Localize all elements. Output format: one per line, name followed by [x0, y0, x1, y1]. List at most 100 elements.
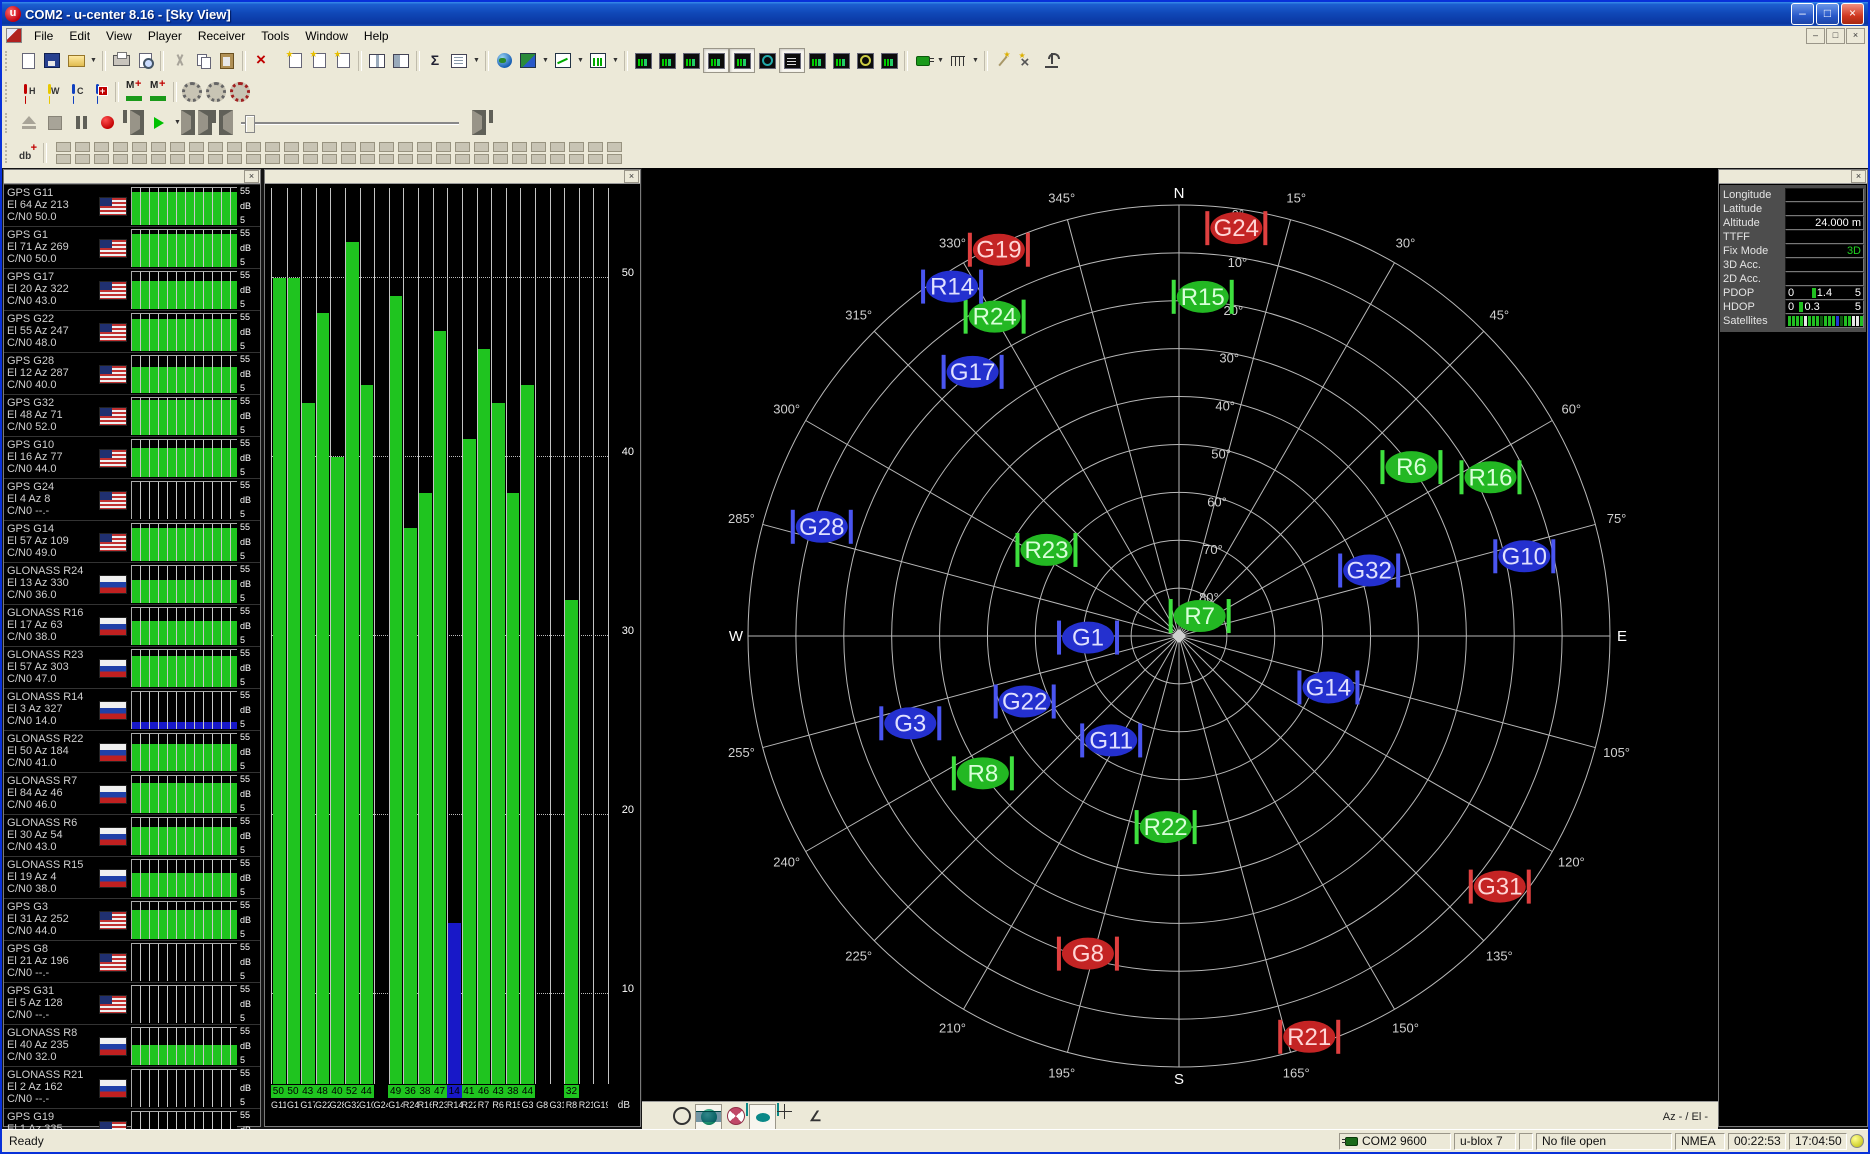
skyview-polar-grid-button[interactable] [643, 1104, 668, 1128]
player-fast-forward-button[interactable] [183, 111, 209, 135]
close-button[interactable]: × [1841, 3, 1864, 25]
database-cell[interactable] [436, 154, 451, 164]
save-config-button[interactable] [180, 80, 204, 103]
dropdown-arrow-icon[interactable]: ▼ [970, 49, 981, 72]
database-cell[interactable] [588, 154, 603, 164]
database-cell[interactable] [113, 142, 128, 152]
toolbar-grip[interactable] [5, 51, 12, 71]
dropdown-arrow-icon[interactable]: ▼ [610, 49, 621, 72]
menu-help[interactable]: Help [356, 28, 397, 44]
text-console-button[interactable] [779, 48, 805, 73]
database-cell[interactable] [588, 142, 603, 152]
database-cell[interactable] [398, 142, 413, 152]
skyview-pie-button[interactable] [723, 1104, 748, 1128]
player-play-button[interactable] [146, 111, 172, 135]
database-cell[interactable] [132, 154, 147, 164]
compass-view-button[interactable] [755, 49, 779, 72]
paste-button[interactable] [215, 49, 239, 72]
database-cell[interactable] [493, 142, 508, 152]
database-cell[interactable] [474, 142, 489, 152]
menu-edit[interactable]: Edit [61, 28, 98, 44]
playback-slider-thumb[interactable] [245, 115, 255, 133]
firewall-button[interactable] [1015, 49, 1039, 72]
child-restore-button[interactable]: □ [1826, 28, 1845, 44]
database-cell[interactable] [417, 154, 432, 164]
antenna-button[interactable] [1039, 49, 1063, 72]
log-file-edit-button[interactable] [331, 49, 355, 72]
database-cell[interactable] [322, 142, 337, 152]
database-cell[interactable] [189, 142, 204, 152]
sum-messages-button[interactable] [423, 49, 447, 72]
dropdown-arrow-icon[interactable]: ▼ [540, 49, 551, 72]
data-dock-close-icon[interactable]: × [1851, 170, 1866, 183]
dropdown-arrow-icon[interactable]: ▼ [575, 49, 586, 72]
player-go-end-button[interactable] [469, 111, 495, 135]
print-preview-button[interactable] [133, 49, 157, 72]
statistic-view-button[interactable] [877, 49, 901, 72]
split-horizontal-button[interactable] [365, 49, 389, 72]
cut-button[interactable] [167, 49, 191, 72]
map-view-button[interactable] [516, 49, 540, 72]
database-cell[interactable] [284, 154, 299, 164]
database-cell[interactable] [417, 142, 432, 152]
child-minimize-button[interactable]: – [1806, 28, 1825, 44]
database-cell[interactable] [379, 142, 394, 152]
player-stop-button[interactable] [42, 111, 68, 135]
child-close-button[interactable]: × [1846, 28, 1865, 44]
log-file-time-button[interactable] [307, 49, 331, 72]
database-cell[interactable] [550, 142, 565, 152]
database-cell[interactable] [284, 142, 299, 152]
database-cell[interactable] [94, 142, 109, 152]
database-cell[interactable] [607, 142, 622, 152]
player-record-button[interactable] [94, 111, 120, 135]
database-cell[interactable] [75, 142, 90, 152]
database-cell[interactable] [132, 142, 147, 152]
database-cell[interactable] [455, 154, 470, 164]
database-cell[interactable] [151, 154, 166, 164]
toolbar-grip[interactable] [5, 113, 12, 133]
menu-player[interactable]: Player [140, 28, 190, 44]
database-cell[interactable] [94, 154, 109, 164]
toolbar-grip[interactable] [5, 143, 12, 163]
player-go-start-button[interactable] [209, 111, 235, 135]
database-cell[interactable] [227, 154, 242, 164]
dropdown-arrow-icon[interactable]: ▼ [935, 49, 946, 72]
player-step-forward-button[interactable] [120, 111, 146, 135]
autobaud-button[interactable] [122, 80, 146, 103]
deviation-map-button[interactable] [655, 49, 679, 72]
database-cell[interactable] [75, 154, 90, 164]
menu-file[interactable]: File [26, 28, 61, 44]
cold-start-button[interactable] [64, 80, 88, 103]
player-pause-button[interactable] [68, 111, 94, 135]
database-cell[interactable] [512, 142, 527, 152]
database-cell[interactable] [113, 154, 128, 164]
skyview-satellite-button[interactable] [749, 1104, 776, 1130]
signal-histogram-close-icon[interactable]: × [624, 170, 639, 183]
warm-start-button[interactable] [40, 80, 64, 103]
database-cell[interactable] [189, 154, 204, 164]
database-cell[interactable] [227, 142, 242, 152]
database-cell[interactable] [303, 154, 318, 164]
skyview-circle-button[interactable] [669, 1104, 694, 1128]
database-cell[interactable] [550, 154, 565, 164]
delete-button[interactable] [249, 49, 273, 72]
clock-view-button[interactable] [853, 49, 877, 72]
histogram-view-button[interactable] [586, 49, 610, 72]
database-cell[interactable] [531, 142, 546, 152]
load-config-button[interactable] [204, 80, 228, 103]
dropdown-arrow-icon[interactable]: ▼ [88, 49, 99, 72]
table-view-button[interactable] [703, 48, 729, 73]
database-cell[interactable] [607, 154, 622, 164]
receiver-restart-button[interactable] [88, 80, 112, 103]
toolbar-grip[interactable] [5, 82, 12, 102]
print-button[interactable] [109, 49, 133, 72]
skyview-az-el-button[interactable] [803, 1104, 828, 1128]
docking-view-button[interactable] [679, 49, 703, 72]
log-file-new-button[interactable] [283, 49, 307, 72]
database-cell[interactable] [341, 142, 356, 152]
database-cell[interactable] [303, 142, 318, 152]
split-vertical-button[interactable] [389, 49, 413, 72]
database-cell[interactable] [531, 154, 546, 164]
protocol-filter-button[interactable] [946, 49, 970, 72]
minimize-button[interactable]: – [1791, 3, 1814, 25]
